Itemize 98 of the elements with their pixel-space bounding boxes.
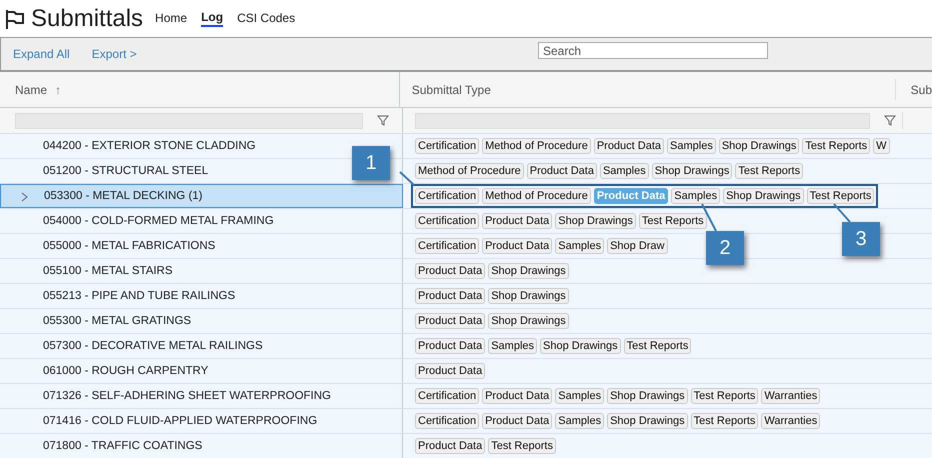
callout-label: 2 (706, 231, 744, 265)
spec-name: 061000 - ROUGH CARPENTRY (43, 365, 208, 377)
type-tag[interactable]: Product Data (415, 263, 486, 279)
type-tag[interactable]: Shop Drawings (652, 163, 732, 179)
nav-link[interactable]: Home (155, 11, 188, 26)
name-cell[interactable]: 054000 - COLD-FORMED METAL FRAMING (0, 209, 403, 233)
spec-name: 055100 - METAL STAIRS (43, 265, 173, 277)
nav-link[interactable]: CSI Codes (237, 11, 296, 26)
spec-name: 071800 - TRAFFIC COATINGS (43, 440, 202, 452)
type-tag[interactable]: Certification (415, 388, 480, 404)
leader-line (833, 203, 851, 223)
flag-icon (4, 8, 26, 30)
type-tag[interactable]: Certification (415, 238, 480, 254)
filter-icon[interactable] (377, 115, 389, 126)
spec-name: 055213 - PIPE AND TUBE RAILINGS (43, 290, 236, 302)
name-cell[interactable]: 071326 - SELF-ADHERING SHEET WATERPROOFING (0, 384, 403, 408)
column-title: Name (15, 82, 48, 96)
column-header[interactable]: Submittal Type (400, 79, 896, 100)
name-cell[interactable]: 071416 - COLD FLUID-APPLIED WATERPROOFING (0, 409, 403, 433)
name-cell[interactable]: 055100 - METAL STAIRS (0, 259, 403, 283)
type-tag[interactable]: Shop Drawings (488, 288, 569, 304)
type-tag[interactable]: Shop Drawings (555, 213, 636, 229)
filter-icon[interactable] (884, 115, 896, 126)
type-tag[interactable]: Method of Procedure (482, 138, 591, 154)
spec-name: 054000 - COLD-FORMED METAL FRAMING (43, 215, 274, 227)
callout-label: 1 (352, 146, 390, 180)
spec-name: 055300 - METAL GRATINGS (43, 315, 192, 327)
type-tag[interactable]: Shop Drawings (540, 338, 621, 354)
type-tag[interactable]: Test Reports (735, 163, 804, 179)
column-header[interactable]: Sub (896, 82, 932, 96)
type-tag[interactable]: Product Data (415, 313, 486, 329)
type-tag[interactable]: Test Reports (638, 213, 707, 229)
callout-label: 3 (842, 222, 880, 256)
filter-field[interactable] (15, 112, 363, 128)
type-tag[interactable]: Product Data (594, 138, 664, 154)
type-tag[interactable]: Test Reports (624, 338, 692, 354)
page-title: Submittals (31, 4, 144, 32)
name-cell[interactable]: 055000 - METAL FABRICATIONS (0, 234, 403, 258)
type-tag[interactable]: Samples (667, 138, 716, 154)
name-cell[interactable]: 061000 - ROUGH CARPENTRY (0, 359, 403, 383)
type-tag[interactable]: Samples (600, 163, 649, 179)
spec-name: 051200 - STRUCTURAL STEEL (43, 165, 208, 177)
spec-name: 071416 - COLD FLUID-APPLIED WATERPROOFING (43, 415, 318, 427)
toolbar-link[interactable]: Export > (92, 47, 137, 61)
type-tag[interactable]: Product Data (415, 288, 486, 304)
name-cell[interactable]: 053300 - METAL DECKING (1) (0, 184, 403, 208)
spec-name: 057300 - DECORATIVE METAL RAILINGS (43, 340, 263, 352)
name-cell[interactable]: 055300 - METAL GRATINGS (0, 309, 403, 333)
type-tag[interactable]: Certification (415, 213, 480, 229)
type-tag[interactable]: Test Reports (488, 438, 556, 454)
type-tag[interactable]: Product Data (482, 238, 552, 254)
type-tag[interactable]: Warranties (761, 388, 820, 404)
type-tag[interactable]: Product Data (415, 363, 486, 379)
type-tag[interactable]: Samples (671, 188, 720, 204)
name-cell[interactable]: 057300 - DECORATIVE METAL RAILINGS (0, 334, 403, 358)
type-tag[interactable]: Certification (415, 188, 480, 204)
type-tag[interactable]: Shop Drawings (607, 413, 688, 429)
type-tag[interactable]: Test Reports (806, 188, 874, 204)
type-tag[interactable]: Samples (488, 338, 537, 354)
type-tag[interactable]: Product Data (482, 388, 552, 404)
filter-field[interactable] (415, 112, 870, 128)
type-tag[interactable]: Shop Drawings (607, 388, 688, 404)
type-tag[interactable]: Product Data (482, 213, 552, 229)
chevron-icon[interactable] (21, 192, 28, 202)
type-tag[interactable]: Product Data (482, 413, 552, 429)
type-tag[interactable]: Certification (415, 413, 480, 429)
type-tag[interactable]: Product Data (526, 163, 597, 179)
type-tag[interactable]: Product Data (415, 338, 486, 354)
nav-link[interactable]: Log (201, 10, 224, 27)
type-tag[interactable]: Samples (555, 413, 604, 429)
toolbar-link[interactable]: Expand All (13, 47, 70, 61)
type-tag[interactable]: Certification (415, 138, 480, 154)
type-tag[interactable]: Product Data (415, 438, 486, 454)
column-title: Submittal Type (412, 82, 491, 96)
type-tag[interactable]: Samples (555, 238, 604, 254)
spec-name: 044200 - EXTERIOR STONE CLADDING (43, 140, 256, 152)
spec-name: 055000 - METAL FABRICATIONS (43, 240, 216, 252)
type-tag[interactable]: Samples (555, 388, 604, 404)
type-tag[interactable]: Warranties (761, 413, 820, 429)
type-tag[interactable]: Shop Drawings (488, 313, 569, 329)
spec-name: 053300 - METAL DECKING (1) (44, 190, 202, 202)
type-tag[interactable]: Shop Drawings (488, 263, 569, 279)
name-cell[interactable]: 071800 - TRAFFIC COATINGS (0, 434, 403, 458)
type-tag[interactable]: Test Reports (690, 388, 758, 404)
type-tag[interactable]: Method of Procedure (482, 188, 591, 204)
type-tag[interactable]: Test Reports (802, 138, 870, 154)
name-cell[interactable]: 055213 - PIPE AND TUBE RAILINGS (0, 284, 403, 308)
type-tag[interactable]: W (873, 138, 890, 154)
type-tag[interactable]: Method of Procedure (415, 163, 524, 179)
search-field[interactable]: Search (538, 42, 768, 59)
type-tag[interactable]: Shop Drawings (723, 188, 804, 204)
type-tag[interactable]: Shop Draw (607, 238, 668, 254)
column-title: Sub (910, 82, 932, 96)
type-tag[interactable]: Shop Drawings (718, 138, 800, 154)
spec-name: 071326 - SELF-ADHERING SHEET WATERPROOFING (43, 390, 331, 402)
leader-line (399, 171, 415, 186)
column-header[interactable]: Name ↑ (0, 72, 400, 107)
type-tag[interactable]: Test Reports (690, 413, 758, 429)
